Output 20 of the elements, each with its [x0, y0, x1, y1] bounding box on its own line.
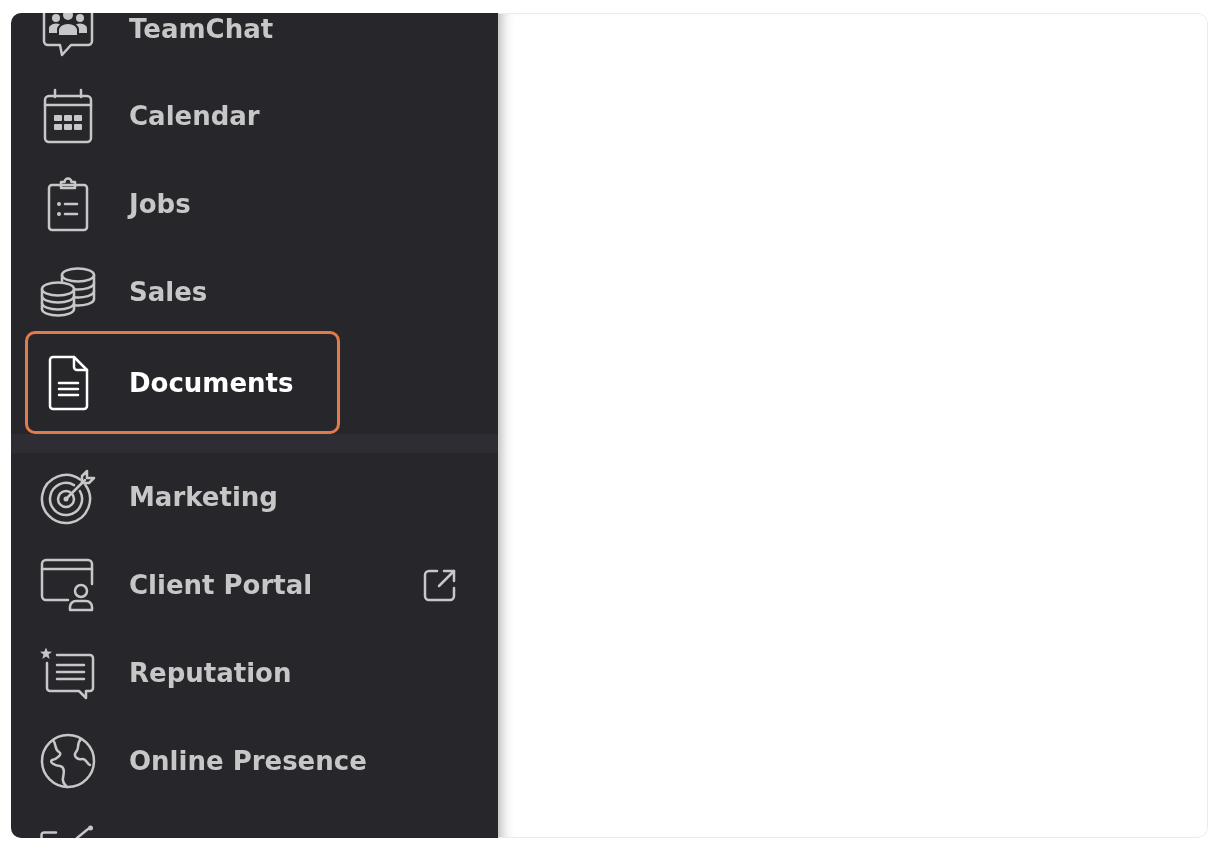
sidebar-item[interactable]: TeamChat — [25, 13, 484, 72]
sidebar-item[interactable]: Documents — [25, 331, 340, 434]
browser-user-icon — [40, 558, 96, 612]
star-message-icon — [40, 646, 96, 700]
group-chat-icon — [40, 13, 96, 57]
document-icon — [47, 354, 89, 411]
target-arrow-icon — [40, 469, 96, 525]
globe-icon — [40, 733, 96, 789]
clipboard-list-icon — [47, 176, 89, 232]
partial-node-icon — [40, 825, 96, 838]
sidebar-item[interactable]: Client Portal — [25, 546, 484, 624]
external-link-icon[interactable] — [422, 567, 458, 603]
sidebar-item[interactable]: Jobs — [25, 165, 484, 243]
sidebar-item[interactable]: Calendar — [25, 77, 484, 155]
sidebar-item[interactable]: Marketing — [25, 458, 484, 536]
coin-stacks-icon — [40, 267, 96, 317]
sidebar-item[interactable]: Sales — [25, 253, 484, 331]
calendar-icon — [43, 88, 93, 144]
sidebar-item[interactable]: Reputation — [25, 634, 484, 712]
sidebar-item[interactable]: Online Presence — [25, 722, 484, 800]
